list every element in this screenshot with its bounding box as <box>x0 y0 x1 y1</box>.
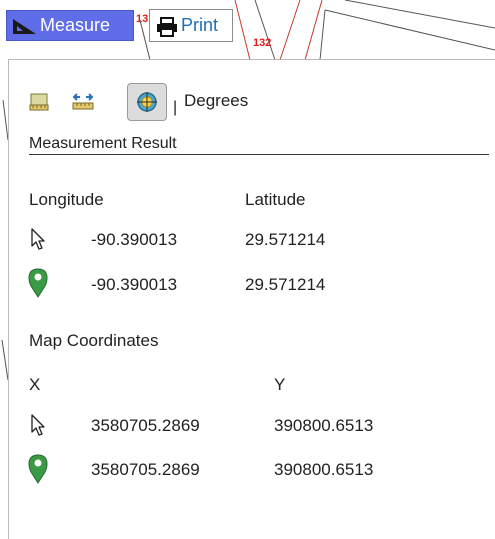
print-button-label: Print <box>181 15 219 35</box>
map-parcel-label: 132 <box>253 37 272 49</box>
cursor-arrow-icon <box>31 228 45 250</box>
distance-ruler-icon <box>72 93 94 110</box>
area-tool-button[interactable] <box>29 91 49 111</box>
location-tool-button[interactable] <box>127 83 167 121</box>
measure-button-label: Measure <box>40 15 111 35</box>
cursor-longitude: -90.390013 <box>91 230 178 249</box>
measurement-panel: | Degrees Measurement Result Longitude L… <box>8 59 495 539</box>
location-target-icon <box>137 92 157 112</box>
y-header: Y <box>274 375 286 394</box>
cursor-map-y: 390800.6513 <box>274 416 374 435</box>
cursor-arrow-icon <box>31 414 45 436</box>
printer-icon <box>157 17 177 37</box>
map-pin-icon <box>28 268 48 298</box>
pin-map-y: 390800.6513 <box>274 460 374 479</box>
x-header: X <box>29 375 41 394</box>
pin-latitude: 29.571214 <box>245 275 326 294</box>
area-ruler-icon <box>29 93 49 111</box>
section-title: Measurement Result <box>29 135 177 152</box>
latitude-header: Latitude <box>245 190 306 209</box>
map-coordinates-title: Map Coordinates <box>29 331 159 350</box>
distance-tool-button[interactable] <box>72 91 94 111</box>
section-divider <box>29 154 489 155</box>
pin-map-x: 3580705.2869 <box>91 460 200 479</box>
cursor-map-x: 3580705.2869 <box>91 416 200 435</box>
ruler-triangle-icon <box>13 19 36 34</box>
map-pin-icon <box>28 454 48 484</box>
print-button[interactable]: Print <box>149 9 233 42</box>
unit-separator: | <box>173 99 178 116</box>
measure-button[interactable]: Measure <box>6 10 134 41</box>
cursor-latitude: 29.571214 <box>245 230 326 249</box>
longitude-header: Longitude <box>29 190 104 209</box>
pin-longitude: -90.390013 <box>91 275 178 294</box>
unit-dropdown[interactable]: Degrees <box>184 91 248 111</box>
map-parcel-label: 13 <box>136 13 149 25</box>
